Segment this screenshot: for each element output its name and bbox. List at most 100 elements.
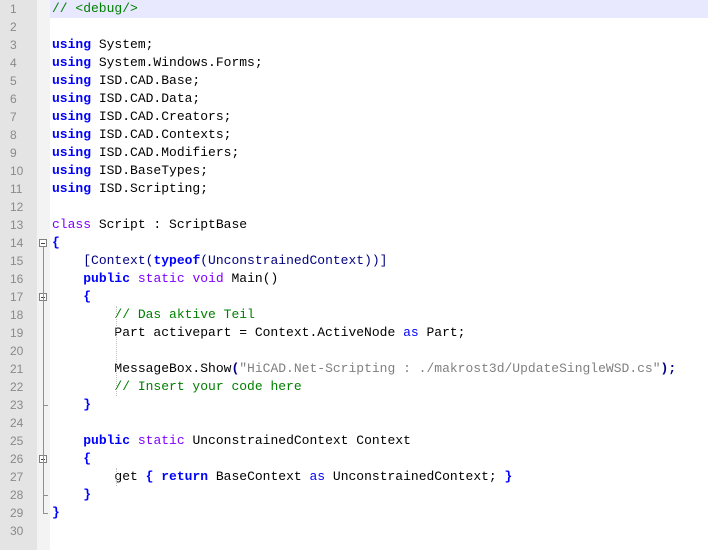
keyword: using [52, 163, 92, 178]
code-text: Part activepart = Context.ActiveNode [52, 325, 404, 340]
code-text: UnconstrainedContext Context [184, 433, 411, 448]
line-number: 12 [10, 200, 24, 214]
line-number: 28 [10, 488, 24, 502]
line-number: 23 [10, 398, 24, 412]
code-line[interactable]: { [50, 288, 708, 306]
line-number: 27 [10, 470, 24, 484]
line-number: 26 [10, 452, 24, 466]
keyword: using [52, 127, 92, 142]
line-number: 4 [10, 56, 17, 70]
code-line[interactable]: using ISD.CAD.Contexts; [50, 126, 708, 144]
line-number: 21 [10, 362, 24, 376]
comment: // <debug/> [52, 1, 138, 16]
string-literal: "HiCAD.Net-Scripting : ./makrost3d/Updat… [239, 361, 661, 376]
code-line[interactable]: public static void Main() [50, 270, 708, 288]
code-editor[interactable]: 1 2 3 4 5 6 7 8 9 10 11 12 13 14 15 16 17 18 19 20 21 22 23 24 2… [0, 0, 708, 550]
line-number: 15 [10, 254, 24, 268]
line-number-gutter: 1 2 3 4 5 6 7 8 9 10 11 12 13 14 15 16 17 18 19 20 21 22 23 24 2… [0, 0, 37, 550]
brace: } [83, 397, 92, 412]
code-line[interactable]: using ISD.CAD.Base; [50, 72, 708, 90]
line-number: 9 [10, 146, 17, 160]
line-number: 22 [10, 380, 24, 394]
fold-end-marker [43, 513, 48, 514]
fold-collapse-icon[interactable] [39, 239, 47, 247]
code-line[interactable]: [Context(typeof(UnconstrainedContext))] [50, 252, 708, 270]
code-text: MessageBox.Show [52, 361, 232, 376]
code-line[interactable]: get { return BaseContext as Unconstraine… [50, 468, 708, 486]
comment: // Insert your code here [114, 379, 302, 394]
code-text: ISD.BaseTypes; [91, 163, 209, 178]
keyword: return [161, 469, 209, 484]
comment: // Das aktive Teil [114, 307, 255, 322]
code-line[interactable]: } [50, 504, 708, 522]
line-number: 7 [10, 110, 17, 124]
keyword: static [137, 271, 185, 286]
line-number: 8 [10, 128, 17, 142]
operator: ); [660, 361, 677, 376]
keyword: static [137, 433, 185, 448]
code-text: ISD.CAD.Creators; [91, 109, 232, 124]
code-line[interactable]: public static UnconstrainedContext Conte… [50, 432, 708, 450]
code-area[interactable]: // <debug/> using System; using System.Win… [50, 0, 708, 550]
code-line[interactable]: { [50, 450, 708, 468]
keyword: typeof [153, 253, 201, 268]
indent-guide [116, 468, 117, 486]
line-number: 10 [10, 164, 24, 178]
keyword: using [52, 55, 92, 70]
code-line[interactable]: using ISD.BaseTypes; [50, 162, 708, 180]
line-number: 20 [10, 344, 24, 358]
keyword: using [52, 181, 92, 196]
code-line[interactable]: using ISD.CAD.Modifiers; [50, 144, 708, 162]
brace: { [83, 289, 92, 304]
keyword: public [83, 271, 131, 286]
brace: } [52, 505, 60, 520]
code-text: ISD.CAD.Data; [91, 91, 201, 106]
line-number: 29 [10, 506, 24, 520]
code-text: System; [91, 37, 154, 52]
keyword: public [83, 433, 131, 448]
code-line[interactable] [50, 198, 708, 216]
brace: { [52, 235, 60, 250]
line-number: 24 [10, 416, 24, 430]
line-number: 16 [10, 272, 24, 286]
code-line[interactable]: // Insert your code here [50, 378, 708, 396]
brace: { [83, 451, 92, 466]
current-code-line[interactable]: // <debug/> [50, 0, 708, 18]
code-line[interactable]: { [50, 234, 708, 252]
code-line[interactable]: } [50, 396, 708, 414]
code-line[interactable]: using ISD.Scripting; [50, 180, 708, 198]
line-number: 2 [10, 20, 17, 34]
code-text: Script : ScriptBase [91, 217, 248, 232]
code-line[interactable] [50, 18, 708, 36]
code-line[interactable]: } [50, 486, 708, 504]
brace: } [83, 487, 92, 502]
code-line[interactable]: using System; [50, 36, 708, 54]
code-line[interactable] [50, 522, 708, 540]
line-number: 6 [10, 92, 17, 106]
code-line[interactable]: class Script : ScriptBase [50, 216, 708, 234]
line-number: 3 [10, 38, 17, 52]
attribute: (UnconstrainedContext))] [200, 253, 388, 268]
code-line[interactable]: Part activepart = Context.ActiveNode as … [50, 324, 708, 342]
code-text: System.Windows.Forms; [91, 55, 263, 70]
code-line[interactable]: // Das aktive Teil [50, 306, 708, 324]
line-number: 5 [10, 74, 17, 88]
line-number: 25 [10, 434, 24, 448]
code-line[interactable] [50, 414, 708, 432]
code-line[interactable] [50, 342, 708, 360]
line-number: 30 [10, 524, 24, 538]
keyword: class [52, 217, 92, 232]
code-text: BaseContext [208, 469, 310, 484]
code-line[interactable]: MessageBox.Show("HiCAD.Net-Scripting : .… [50, 360, 708, 378]
line-number: 19 [10, 326, 24, 340]
code-line[interactable]: using ISD.CAD.Creators; [50, 108, 708, 126]
code-line[interactable]: using ISD.CAD.Data; [50, 90, 708, 108]
code-line[interactable]: using System.Windows.Forms; [50, 54, 708, 72]
